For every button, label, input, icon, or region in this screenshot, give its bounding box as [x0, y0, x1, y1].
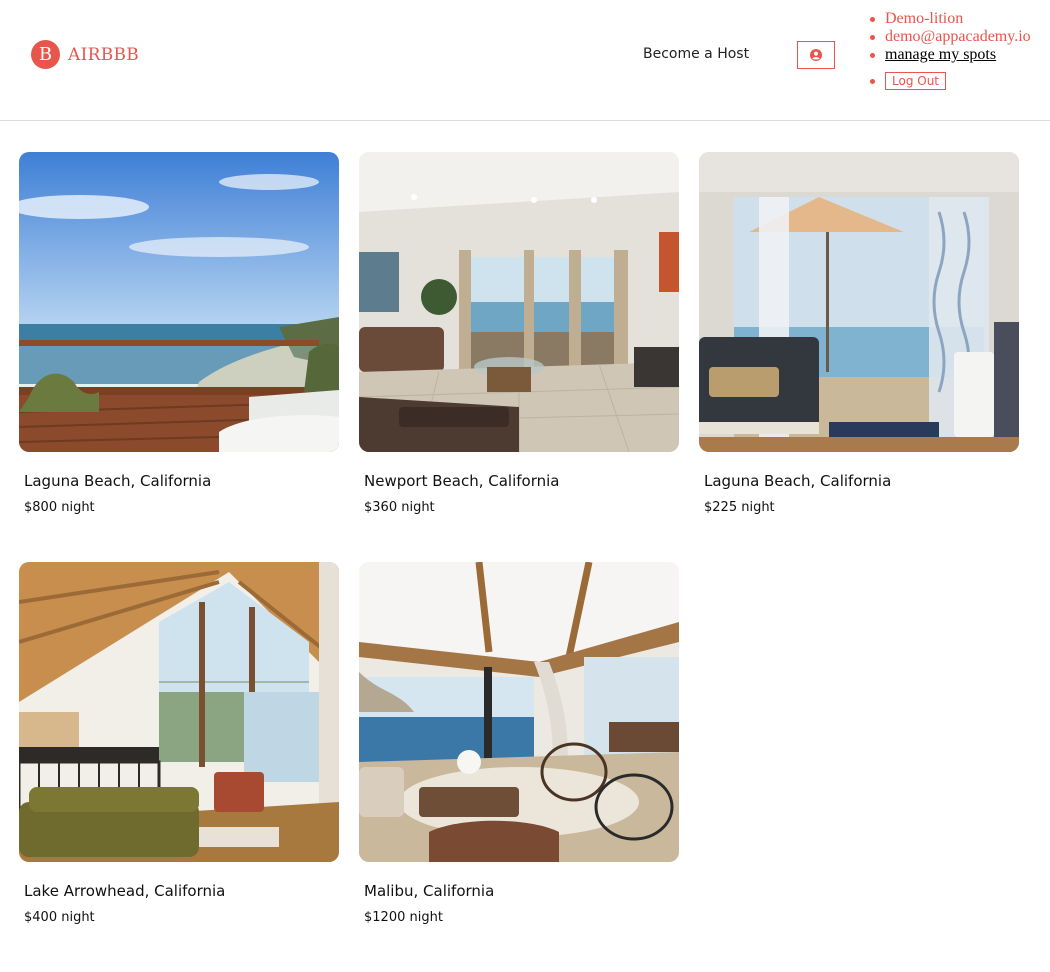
- spot-price: $400 night: [24, 910, 95, 925]
- spot-location: Laguna Beach, California: [24, 472, 212, 490]
- cabin-interior-image: [19, 562, 339, 862]
- logo-text: AIRBBB: [68, 44, 140, 65]
- ocean-living-image: [359, 562, 679, 862]
- manage-spots-link[interactable]: manage my spots: [885, 46, 996, 63]
- logo-icon: B: [31, 40, 60, 69]
- spot-price: $225 night: [704, 500, 775, 515]
- spot-photo[interactable]: [699, 152, 1019, 452]
- spot-location: Lake Arrowhead, California: [24, 882, 226, 900]
- spot-location: Laguna Beach, California: [704, 472, 892, 490]
- become-host-link[interactable]: Become a Host: [643, 46, 749, 62]
- spot-card[interactable]: Newport Beach, California $360 night: [359, 152, 679, 562]
- living-room-image: [359, 152, 679, 452]
- spots-grid: Laguna Beach, California $800 night Newp…: [19, 152, 1019, 972]
- spot-price: $360 night: [364, 500, 435, 515]
- menu-email: demo@appacademy.io: [867, 28, 1031, 46]
- top-nav-bar: B AIRBBB Become a Host Demo-lition demo@…: [0, 0, 1050, 121]
- spot-card[interactable]: Laguna Beach, California $800 night: [19, 152, 339, 562]
- patio-umbrella-image: [699, 152, 1019, 452]
- menu-username: Demo-lition: [867, 10, 1031, 28]
- spot-photo[interactable]: [19, 562, 339, 862]
- spot-price: $1200 night: [364, 910, 443, 925]
- user-circle-icon: [810, 49, 822, 61]
- spot-location: Newport Beach, California: [364, 472, 560, 490]
- profile-dropdown-menu: Demo-lition demo@appacademy.io manage my…: [867, 10, 1031, 90]
- menu-item-manage-spots[interactable]: manage my spots: [867, 46, 1031, 64]
- spot-photo[interactable]: [359, 562, 679, 862]
- spot-location: Malibu, California: [364, 882, 495, 900]
- logout-button[interactable]: Log Out: [885, 72, 947, 90]
- spot-photo[interactable]: [359, 152, 679, 452]
- spot-photo[interactable]: [19, 152, 339, 452]
- profile-menu-button[interactable]: [797, 41, 835, 69]
- spot-card[interactable]: Lake Arrowhead, California $400 night: [19, 562, 339, 972]
- menu-item-logout: Log Out: [867, 72, 1031, 90]
- spot-card[interactable]: Laguna Beach, California $225 night: [699, 152, 1019, 562]
- spot-price: $800 night: [24, 500, 95, 515]
- spot-card[interactable]: Malibu, California $1200 night: [359, 562, 679, 972]
- ocean-balcony-image: [19, 152, 339, 452]
- home-logo-link[interactable]: B AIRBBB: [31, 40, 139, 69]
